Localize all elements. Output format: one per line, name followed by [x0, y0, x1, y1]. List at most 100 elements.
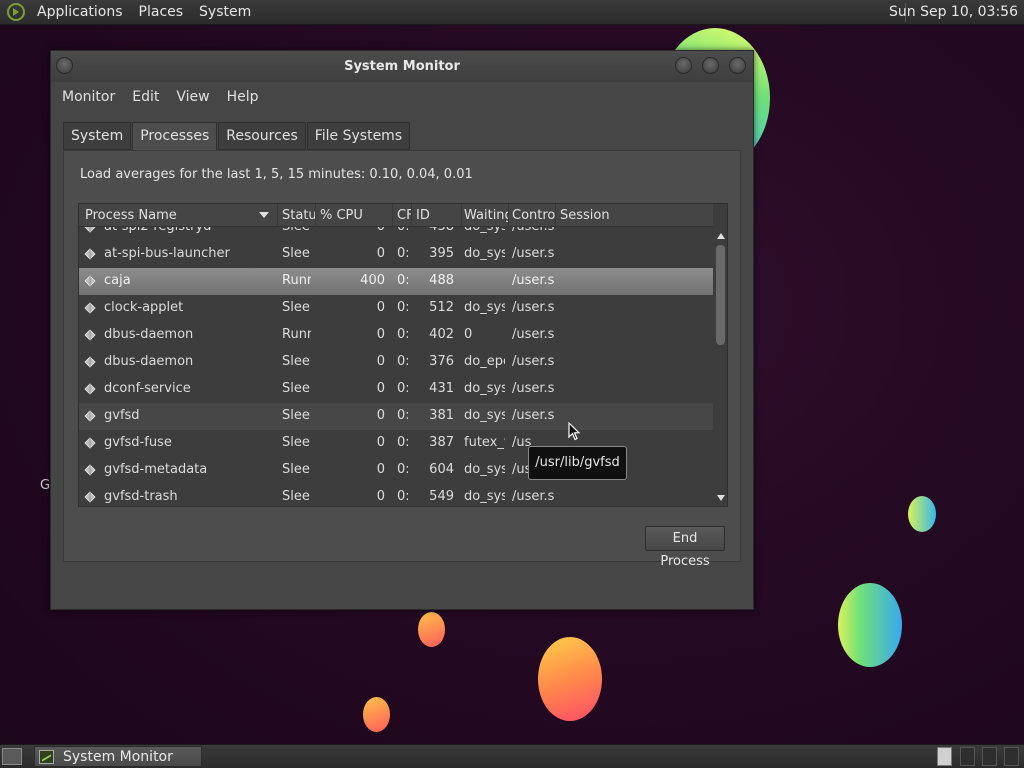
workspace-2[interactable]: [960, 747, 975, 766]
cpu-time-cell: 0:: [397, 273, 408, 288]
workspace-1[interactable]: [937, 747, 952, 766]
minimize-button[interactable]: [675, 57, 692, 74]
cpu-cell: 0: [376, 246, 385, 261]
process-name-cell: dbus-daemon: [104, 354, 194, 369]
column-header-status[interactable]: Statu: [282, 208, 315, 223]
tooltip: /usr/lib/gvfsd: [528, 446, 627, 480]
cpu-cell: 0: [376, 327, 385, 342]
table-row[interactable]: at-spi-bus-launcher Sleep 0 0: 395 do_sys/use…: [79, 241, 713, 268]
mate-logo-icon[interactable]: [7, 3, 25, 21]
desktop-icon-label[interactable]: G: [40, 478, 50, 493]
column-separator: [392, 204, 393, 227]
column-separator: [315, 204, 316, 227]
show-desktop-icon[interactable]: [2, 748, 22, 765]
maximize-button[interactable]: [702, 57, 719, 74]
tab-system[interactable]: System: [63, 122, 132, 150]
column-header-cpu[interactable]: % CPU: [320, 208, 390, 223]
table-row[interactable]: dconf-service Sleep 0 0: 431 do_sys/user.s: [79, 376, 713, 403]
waiting-channel-cell: do_epo: [464, 354, 505, 369]
column-separator: [411, 204, 412, 227]
column-header-waiting[interactable]: Waiting: [464, 208, 508, 223]
scroll-down-arrow-icon[interactable]: [717, 495, 725, 501]
menu-monitor[interactable]: Monitor: [56, 89, 121, 105]
table-row[interactable]: dbus-daemon Runn 0 0: 402 0/user.s: [79, 322, 713, 349]
mouse-pointer-icon: [568, 422, 580, 441]
process-name-cell: gvfsd-fuse: [104, 435, 172, 450]
end-process-button[interactable]: End Process: [645, 526, 725, 569]
wallpaper-bubble: [908, 496, 936, 532]
status-cell: Sleep: [282, 354, 311, 369]
close-button[interactable]: [729, 57, 746, 74]
menu-system[interactable]: System: [195, 4, 255, 20]
column-header-session[interactable]: Session: [560, 208, 660, 223]
process-id-cell: 488: [429, 273, 454, 288]
status-cell: Sleep: [282, 300, 311, 315]
control-group-cell: /user.s: [512, 381, 554, 396]
process-id-cell: 438: [413, 227, 454, 234]
control-group-cell: /user.s: [512, 300, 554, 315]
column-header-id[interactable]: ID: [416, 208, 461, 223]
table-row[interactable]: clock-applet Sleep 0 0: 512 do_sys/user.s: [79, 295, 713, 322]
column-header-control[interactable]: Contro: [512, 208, 555, 223]
status-cell: Runn: [282, 273, 311, 288]
process-name-cell: gvfsd-metadata: [104, 462, 208, 477]
system-monitor-icon: [39, 749, 54, 764]
process-id-cell: 512: [429, 300, 454, 315]
tab-file-systems[interactable]: File Systems: [306, 122, 411, 150]
waiting-channel-cell: do_sys: [464, 246, 505, 261]
workspace-3[interactable]: [982, 747, 997, 766]
window-title: System Monitor: [344, 59, 460, 74]
table-header: Process Name Statu % CPU CF ID Waiting C…: [79, 204, 713, 227]
column-header-cpu-time[interactable]: CF: [397, 208, 411, 223]
process-icon: [84, 410, 96, 422]
cpu-time-cell: 0:: [397, 227, 408, 234]
process-id-cell: 431: [429, 381, 454, 396]
status-cell: Sleep: [282, 381, 311, 396]
menu-view[interactable]: View: [170, 89, 215, 105]
control-group-cell: /user.s: [512, 408, 554, 423]
process-id-cell: 387: [429, 435, 454, 450]
control-group-cell: /user.s: [512, 354, 554, 369]
waiting-channel-cell: do_sys: [464, 227, 505, 234]
table-row[interactable]: caja Runn 400 0: 488/user.s: [79, 268, 713, 295]
cpu-cell: 0: [376, 435, 385, 450]
cpu-time-cell: 0:: [397, 246, 408, 261]
waiting-channel-cell: do_sys: [464, 489, 505, 504]
tab-resources[interactable]: Resources: [218, 122, 306, 150]
vertical-scrollbar[interactable]: [713, 227, 727, 506]
scroll-up-arrow-icon[interactable]: [717, 233, 725, 239]
table-row[interactable]: gvfsd Sleep 0 0: 381 do_sys/user.s: [79, 403, 713, 430]
workspace-4[interactable]: [1004, 747, 1019, 766]
menu-applications[interactable]: Applications: [33, 4, 127, 20]
table-row[interactable]: gvfsd-trash Sleep 0 0: 549 do_sys/user.s: [79, 484, 713, 506]
tab-processes[interactable]: Processes: [132, 122, 218, 151]
process-icon: [84, 491, 96, 503]
clock[interactable]: Sun Sep 10, 03:56: [889, 4, 1018, 20]
cpu-cell: 0: [376, 489, 385, 504]
menubar: Monitor Edit View Help: [51, 82, 753, 112]
cpu-cell: 0: [376, 381, 385, 396]
table-row[interactable]: dbus-daemon Sleep 0 0: 376 do_epo/user.s: [79, 349, 713, 376]
column-header-process-name[interactable]: Process Name: [85, 208, 275, 223]
cpu-time-cell: 0:: [397, 300, 408, 315]
cpu-cell: 400: [360, 273, 385, 288]
menu-help[interactable]: Help: [221, 89, 265, 105]
menu-places[interactable]: Places: [135, 4, 188, 20]
process-icon: [84, 383, 96, 395]
column-separator: [277, 204, 278, 227]
taskbar-item-system-monitor[interactable]: System Monitor: [34, 746, 202, 767]
table-row[interactable]: at-spi2-registryd Sleep 0 0: 438 do_sys/user.…: [79, 227, 713, 241]
column-separator: [508, 204, 509, 227]
process-id-cell: 604: [429, 462, 454, 477]
scrollbar-thumb[interactable]: [716, 245, 725, 345]
process-icon: [84, 464, 96, 476]
process-icon: [84, 227, 96, 233]
wallpaper-bubble: [418, 612, 445, 647]
cpu-time-cell: 0:: [397, 408, 408, 423]
control-group-cell: /user.s: [512, 273, 554, 288]
cpu-cell: 0: [376, 462, 385, 477]
window-titlebar[interactable]: System Monitor: [51, 51, 753, 82]
system-monitor-window: System Monitor Monitor Edit View Help Sy…: [50, 50, 754, 610]
menu-edit[interactable]: Edit: [126, 89, 165, 105]
bottom-panel: System Monitor: [0, 744, 1024, 768]
